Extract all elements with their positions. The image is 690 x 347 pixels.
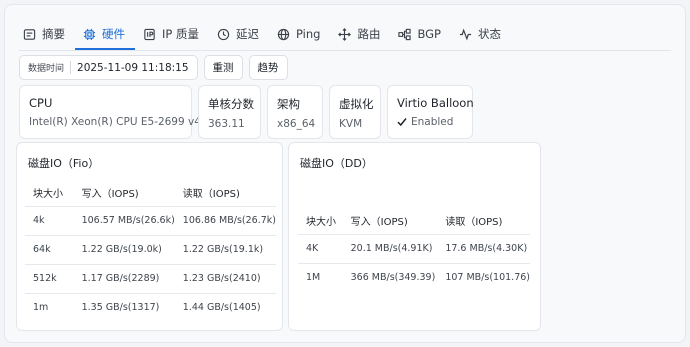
table-row: 4k 106.57 MB/s(26.6k) 106.86 MB/s(26.7k) <box>25 205 276 235</box>
card-value: Intel(R) Xeon(R) CPU E5-2699 v4 <box>29 116 201 128</box>
divider <box>70 61 72 74</box>
arch-card: 架构 x86_64 <box>267 85 323 139</box>
dd-title: 磁盘IO（DD） <box>300 157 373 170</box>
retest-button[interactable]: 重测 <box>203 55 243 80</box>
bgp-icon <box>398 28 412 40</box>
check-icon <box>397 118 407 127</box>
dd-table: 块大小 写入（IOPS) 读取（IOPS) 4K 20.1 MB/s(4.91K… <box>298 208 530 292</box>
cell-write: 1.35 GB/s(1317) <box>73 292 175 322</box>
cell-block: 1M <box>298 262 343 292</box>
tab-divider <box>19 50 671 51</box>
tab-bar: 摘要 硬件 IP 质量 延迟 Ping 路由 BGP 状态 <box>15 19 675 50</box>
table-header: 块大小 写入（IOPS) 读取（IOPS) <box>298 208 530 234</box>
col-block-size: 块大小 <box>33 188 63 200</box>
cell-read: 107 MB/s(101.76) <box>437 262 530 292</box>
col-read: 读取（IOPS) <box>182 188 240 200</box>
tab-route[interactable]: 路由 <box>330 19 390 49</box>
tab-latency[interactable]: 延迟 <box>209 19 269 49</box>
ip-icon <box>144 28 155 40</box>
virtio-balloon-card: Virtio Balloon Enabled <box>387 85 474 139</box>
card-title: 单核分数 <box>208 97 254 111</box>
tab-label: BGP <box>417 27 441 41</box>
cell-block: 1m <box>25 292 74 322</box>
activity-icon <box>459 28 472 40</box>
card-value: KVM <box>339 118 363 130</box>
toolbar: 数据时间 2025-11-09 11:18:15 重测 趋势 <box>19 55 288 80</box>
col-read: 读取（IOPS) <box>445 217 503 229</box>
tab-bgp[interactable]: BGP <box>390 19 451 49</box>
cell-block: 64k <box>25 234 74 264</box>
fio-title: 磁盘IO（Fio） <box>28 157 100 170</box>
cell-block: 4k <box>25 205 74 235</box>
cell-write: 366 MB/s(349.39) <box>342 262 438 292</box>
table-row: 64k 1.22 GB/s(19.0k) 1.22 GB/s(19.1k) <box>25 234 276 264</box>
info-cards: CPU Intel(R) Xeon(R) CPU E5-2699 v4 单核分数… <box>19 85 474 139</box>
tab-ip-quality[interactable]: IP 质量 <box>135 19 209 49</box>
cell-read: 1.44 GB/s(1405) <box>174 292 276 322</box>
latency-icon <box>217 28 230 40</box>
dd-panel: 磁盘IO（DD） 块大小 写入（IOPS) 读取（IOPS) 4K 20.1 M… <box>288 142 541 331</box>
card-value: 363.11 <box>208 118 245 130</box>
fio-panel: 磁盘IO（Fio） 块大小 写入（IOPS) 读取（IOPS) 4k 106.5… <box>16 142 283 331</box>
datetime-label: 数据时间 <box>28 64 65 74</box>
route-icon <box>338 27 352 41</box>
col-block-size: 块大小 <box>306 217 336 229</box>
col-write: 写入（IOPS) <box>81 188 139 200</box>
cell-block: 4K <box>298 233 343 263</box>
tab-summary[interactable]: 摘要 <box>15 19 75 49</box>
card-value: x86_64 <box>277 118 316 130</box>
tab-label: 摘要 <box>42 27 65 41</box>
cell-write: 1.22 GB/s(19.0k) <box>73 234 175 264</box>
tab-label: 状态 <box>478 27 501 41</box>
globe-icon <box>277 28 290 40</box>
table-row: 512k 1.17 GB/s(2289) 1.23 GB/s(2410) <box>25 263 276 293</box>
tab-status[interactable]: 状态 <box>451 19 511 49</box>
col-write: 写入（IOPS) <box>350 217 408 229</box>
cell-block: 512k <box>25 263 74 293</box>
single-core-card: 单核分数 363.11 <box>198 85 261 139</box>
table-row: 1M 366 MB/s(349.39) 107 MB/s(101.76) <box>298 262 530 292</box>
table-row: 1m 1.35 GB/s(1317) 1.44 GB/s(1405) <box>25 292 276 322</box>
cell-read: 1.23 GB/s(2410) <box>174 263 276 293</box>
datetime-value: 2025-11-09 11:18:15 <box>77 61 189 74</box>
card-title: CPU <box>29 96 53 110</box>
cpu-card: CPU Intel(R) Xeon(R) CPU E5-2699 v4 <box>19 85 201 139</box>
hardware-panel: 摘要 硬件 IP 质量 延迟 Ping 路由 BGP 状态 数据时间 2025-… <box>4 4 686 343</box>
fio-table: 块大小 写入（IOPS) 读取（IOPS) 4k 106.57 MB/s(26.… <box>25 179 276 322</box>
chip-icon <box>83 28 96 40</box>
balloon-status: Enabled <box>411 116 454 128</box>
tab-label: 路由 <box>357 27 381 41</box>
virtualization-card: 虚拟化 KVM <box>329 85 381 139</box>
tab-label: 延迟 <box>235 27 259 41</box>
tab-label: 硬件 <box>102 27 125 41</box>
cell-write: 1.17 GB/s(2289) <box>73 263 175 293</box>
cell-write: 106.57 MB/s(26.6k) <box>73 205 175 235</box>
card-title: 虚拟化 <box>339 97 374 111</box>
summary-icon <box>23 28 36 40</box>
trend-button[interactable]: 趋势 <box>248 55 288 80</box>
cell-read: 106.86 MB/s(26.7k) <box>174 205 276 235</box>
card-title: 架构 <box>277 97 300 111</box>
tab-ping[interactable]: Ping <box>269 19 330 49</box>
cell-read: 1.22 GB/s(19.1k) <box>174 234 276 264</box>
tab-hardware[interactable]: 硬件 <box>75 19 135 50</box>
cell-write: 20.1 MB/s(4.91K) <box>342 233 438 263</box>
tab-label: IP 质量 <box>162 27 199 41</box>
card-value: Enabled <box>397 116 463 128</box>
table-header: 块大小 写入（IOPS) 读取（IOPS) <box>25 179 276 206</box>
cell-read: 17.6 MB/s(4.30K) <box>437 233 530 263</box>
table-row: 4K 20.1 MB/s(4.91K) 17.6 MB/s(4.30K) <box>298 233 530 263</box>
datetime-display: 数据时间 2025-11-09 11:18:15 <box>19 55 198 80</box>
tab-label: Ping <box>295 27 321 41</box>
card-title: Virtio Balloon <box>397 96 474 110</box>
